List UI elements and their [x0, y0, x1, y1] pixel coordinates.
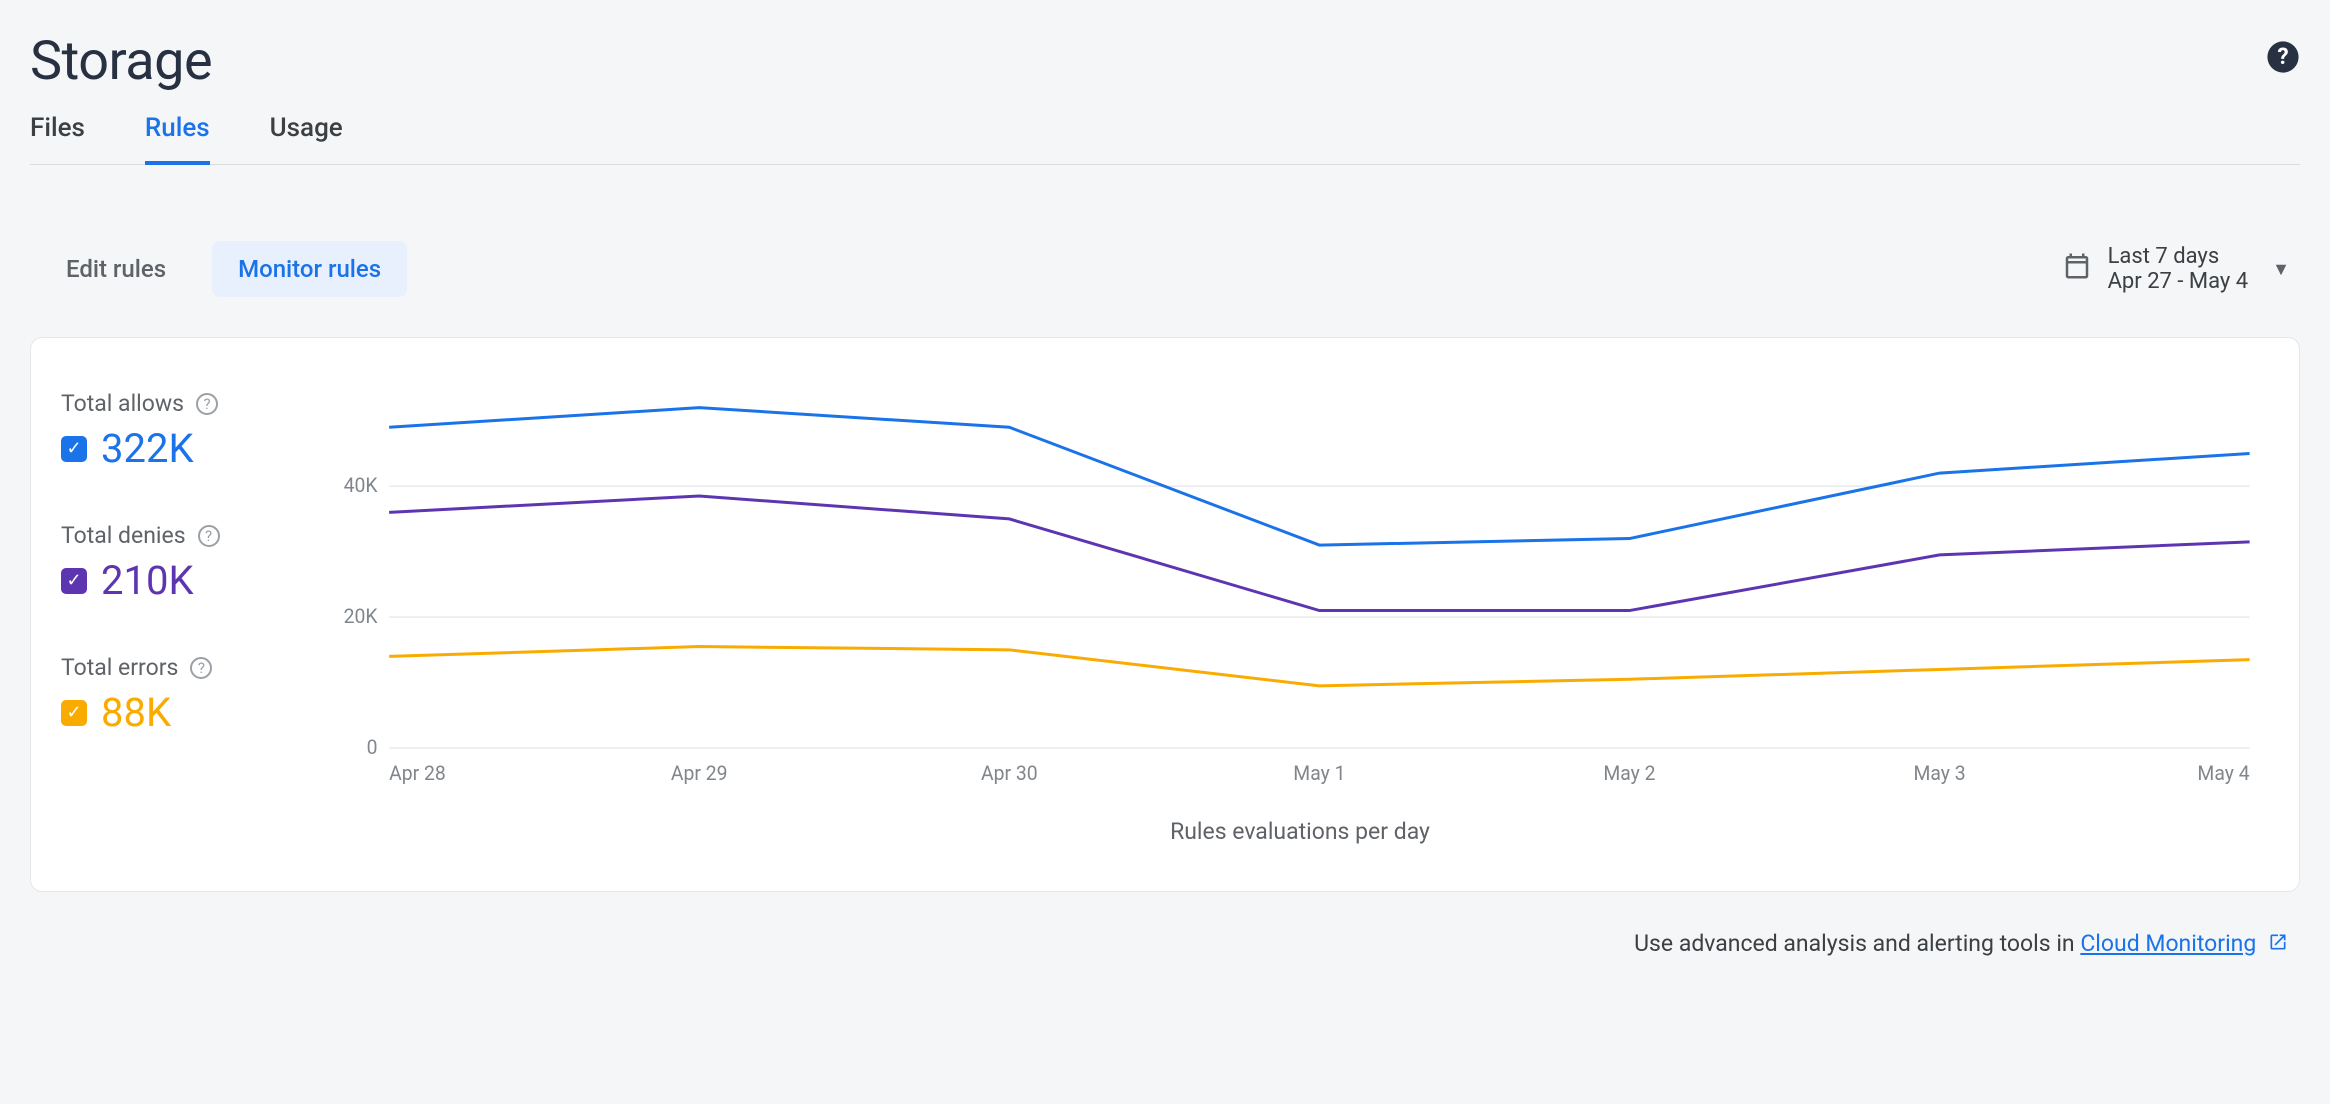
legend-value-denies: 210K — [101, 557, 194, 604]
tab-files[interactable]: Files — [30, 113, 85, 164]
svg-text:0: 0 — [367, 736, 378, 759]
tab-rules[interactable]: Rules — [145, 113, 210, 165]
svg-text:Apr 30: Apr 30 — [981, 762, 1038, 785]
legend-label-allows: Total allows — [61, 390, 184, 417]
page-title: Storage — [30, 30, 212, 93]
svg-text:Apr 28: Apr 28 — [389, 762, 446, 785]
checkbox-denies[interactable]: ✓ — [61, 568, 87, 594]
chevron-down-icon: ▼ — [2272, 259, 2290, 280]
legend: Total allows ? ✓ 322K Total denies ? ✓ 2… — [61, 378, 301, 845]
help-icon[interactable]: ? — [2266, 40, 2300, 83]
footer-text: Use advanced analysis and alerting tools… — [1634, 930, 2080, 957]
date-range: Apr 27 - May 4 — [2108, 269, 2249, 294]
info-icon[interactable]: ? — [190, 657, 212, 679]
legend-item-allows: Total allows ? ✓ 322K — [61, 390, 301, 472]
line-chart: 0 20K 40K Apr 28 Apr 29 Apr 30 May 1 May 2 May 3… — [331, 378, 2269, 798]
monitor-rules-button[interactable]: Monitor rules — [212, 241, 407, 297]
legend-label-errors: Total errors — [61, 654, 178, 681]
checkbox-allows[interactable]: ✓ — [61, 436, 87, 462]
calendar-icon — [2062, 251, 2092, 288]
svg-text:May 4: May 4 — [2197, 762, 2249, 785]
info-icon[interactable]: ? — [196, 393, 218, 415]
legend-label-denies: Total denies — [61, 522, 186, 549]
chart-card: Total allows ? ✓ 322K Total denies ? ✓ 2… — [30, 337, 2300, 892]
svg-text:May 2: May 2 — [1603, 762, 1655, 785]
svg-text:?: ? — [2277, 43, 2288, 70]
chart-xlabel: Rules evaluations per day — [331, 818, 2269, 845]
edit-rules-button[interactable]: Edit rules — [40, 241, 192, 297]
svg-text:20K: 20K — [344, 605, 379, 628]
info-icon[interactable]: ? — [198, 525, 220, 547]
cloud-monitoring-link[interactable]: Cloud Monitoring — [2080, 930, 2256, 957]
tab-usage[interactable]: Usage — [270, 113, 343, 164]
date-label: Last 7 days — [2108, 244, 2249, 269]
checkbox-errors[interactable]: ✓ — [61, 700, 87, 726]
external-link-icon — [2268, 933, 2288, 958]
svg-text:40K: 40K — [344, 474, 379, 497]
legend-value-allows: 322K — [101, 425, 194, 472]
footer-note: Use advanced analysis and alerting tools… — [30, 930, 2300, 958]
svg-text:Apr 29: Apr 29 — [671, 762, 728, 785]
svg-text:May 1: May 1 — [1293, 762, 1345, 785]
legend-value-errors: 88K — [101, 689, 171, 736]
date-range-picker[interactable]: Last 7 days Apr 27 - May 4 ▼ — [2062, 244, 2290, 294]
legend-item-errors: Total errors ? ✓ 88K — [61, 654, 301, 736]
legend-item-denies: Total denies ? ✓ 210K — [61, 522, 301, 604]
tab-bar: Files Rules Usage — [30, 113, 2300, 165]
svg-text:May 3: May 3 — [1913, 762, 1965, 785]
